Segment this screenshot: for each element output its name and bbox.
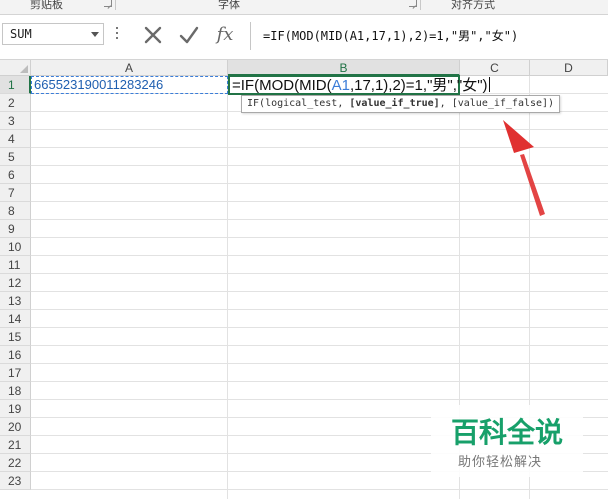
watermark-title: 百科全说 [451,416,564,449]
watermark: 百科全说 助你轻松解决 [431,405,583,477]
watermark-subtitle: 助你轻松解决 [458,455,543,470]
